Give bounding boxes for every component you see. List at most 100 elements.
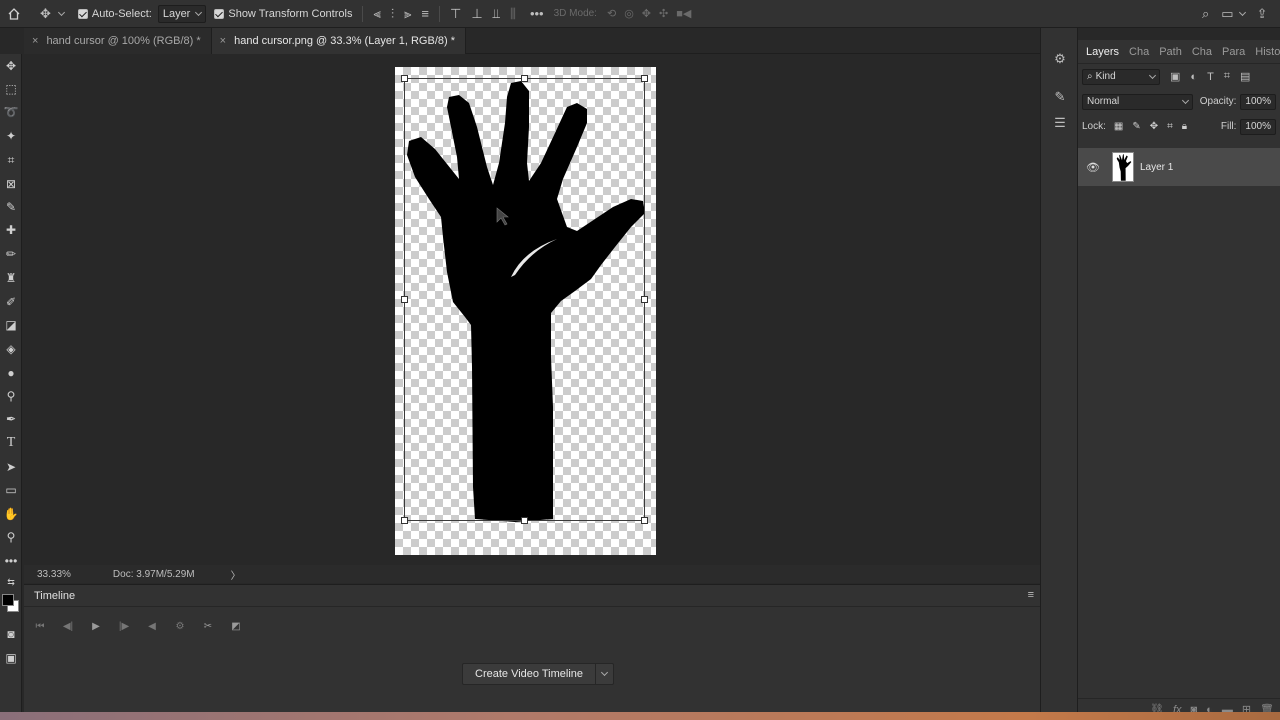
tab-channels[interactable]: Cha: [1124, 46, 1154, 58]
smart-object-filter-icon[interactable]: ▤: [1240, 70, 1250, 83]
lock-image-icon[interactable]: ✎: [1132, 121, 1140, 132]
status-menu-arrow[interactable]: 〉: [231, 567, 241, 582]
paint-bucket-tool-icon[interactable]: ◈: [0, 339, 22, 359]
foreground-color-swatch-front[interactable]: [2, 594, 14, 606]
align-top-icon[interactable]: ⊤: [450, 6, 461, 22]
play-icon[interactable]: ▶: [82, 621, 110, 632]
eraser-tool-icon[interactable]: ◪: [0, 315, 22, 335]
screen-mode-icon[interactable]: ▣: [0, 648, 22, 668]
lock-all-icon[interactable]: 🔒︎: [1182, 121, 1187, 132]
create-video-timeline-button[interactable]: Create Video Timeline: [462, 663, 615, 685]
eyedropper-tool-icon[interactable]: ✎: [0, 197, 22, 217]
previous-frame-icon[interactable]: ◀|: [54, 621, 82, 632]
transform-handle[interactable]: [401, 296, 408, 303]
layer-name[interactable]: Layer 1: [1140, 162, 1173, 173]
type-filter-icon[interactable]: T: [1207, 71, 1214, 83]
close-icon[interactable]: ×: [32, 35, 38, 47]
split-icon[interactable]: ✂: [194, 621, 222, 632]
transform-handle[interactable]: [641, 517, 648, 524]
rectangle-tool-icon[interactable]: ▭: [0, 480, 22, 500]
tab-hand-cursor-png[interactable]: × hand cursor.png @ 33.3% (Layer 1, RGB/…: [211, 28, 467, 54]
workspace-icon[interactable]: ▭: [1221, 6, 1233, 22]
tab-paths[interactable]: Path: [1154, 46, 1187, 58]
distribute-icon[interactable]: ≡: [421, 6, 429, 21]
fill-field[interactable]: 100%: [1240, 118, 1276, 135]
chevron-down-icon[interactable]: [1238, 8, 1246, 16]
adjustment-filter-icon[interactable]: ◐: [1190, 71, 1197, 83]
auto-select-checkbox[interactable]: Auto-Select:: [77, 8, 152, 20]
close-icon[interactable]: ×: [220, 35, 226, 47]
brush-tool-icon[interactable]: ✏: [0, 244, 22, 264]
quick-mask-icon[interactable]: ◙: [0, 624, 22, 644]
transform-handle[interactable]: [641, 75, 648, 82]
hand-tool-icon[interactable]: ✋: [0, 504, 22, 524]
more-options-icon[interactable]: •••: [530, 6, 544, 21]
tab-hand-cursor[interactable]: × hand cursor @ 100% (RGB/8) *: [24, 28, 212, 54]
3d-pan-icon[interactable]: ✥: [642, 7, 651, 20]
frame-tool-icon[interactable]: ⊠: [0, 174, 22, 194]
chevron-down-icon[interactable]: [595, 663, 613, 685]
align-middle-icon[interactable]: ⊥: [471, 6, 482, 22]
properties-icon[interactable]: ⚙: [1051, 50, 1069, 68]
zoom-tool-icon[interactable]: ⚲: [0, 527, 22, 547]
tab-character[interactable]: Cha: [1187, 46, 1217, 58]
blur-tool-icon[interactable]: ●: [0, 363, 22, 383]
edit-toolbar-icon[interactable]: •••: [0, 551, 22, 571]
tab-layers[interactable]: Layers: [1078, 46, 1124, 58]
lasso-tool-icon[interactable]: ➰: [0, 102, 22, 122]
settings-icon[interactable]: ⚙: [166, 621, 194, 632]
crop-tool-icon[interactable]: ⌗: [0, 150, 22, 170]
share-icon[interactable]: ⇪: [1257, 6, 1268, 22]
pixel-filter-icon[interactable]: ▣: [1170, 70, 1180, 83]
transform-handle[interactable]: [521, 75, 528, 82]
path-selection-tool-icon[interactable]: ➤: [0, 457, 22, 477]
transform-handle[interactable]: [401, 517, 408, 524]
panel-menu-icon[interactable]: ≡: [1028, 589, 1034, 601]
magic-wand-tool-icon[interactable]: ✦: [0, 126, 22, 146]
clone-stamp-tool-icon[interactable]: ♜: [0, 268, 22, 288]
3d-roll-icon[interactable]: ◎: [624, 7, 634, 20]
brush-settings-icon[interactable]: ✎: [1051, 88, 1069, 106]
history-brush-tool-icon[interactable]: ✐: [0, 292, 22, 312]
adjustments-icon[interactable]: ☰: [1051, 114, 1069, 132]
type-tool-icon[interactable]: T: [0, 433, 22, 453]
swap-colors-icon[interactable]: ⇆: [0, 572, 22, 592]
opacity-field[interactable]: 100%: [1240, 93, 1276, 110]
healing-brush-tool-icon[interactable]: ✚: [0, 220, 22, 240]
timeline-title[interactable]: Timeline: [34, 590, 75, 602]
dodge-tool-icon[interactable]: ⚲: [0, 386, 22, 406]
lock-transparent-icon[interactable]: ▦: [1114, 121, 1123, 132]
move-tool-preset[interactable]: ✥: [40, 6, 65, 22]
transform-bounding-box[interactable]: [404, 78, 645, 521]
lock-position-icon[interactable]: ✥: [1150, 121, 1158, 132]
3d-scale-icon[interactable]: ■◀: [676, 7, 691, 20]
align-center-icon[interactable]: ⫶: [391, 6, 394, 22]
auto-select-dropdown[interactable]: Layer: [157, 4, 207, 23]
audio-icon[interactable]: ◀: [138, 621, 166, 632]
lock-artboard-icon[interactable]: ⌗: [1167, 121, 1173, 132]
move-tool-icon[interactable]: ✥: [0, 56, 22, 76]
distribute-vertical-icon[interactable]: ⫼: [510, 6, 516, 22]
filter-kind-dropdown[interactable]: ⌕ Kind: [1082, 68, 1160, 85]
shape-filter-icon[interactable]: ⌗: [1224, 70, 1230, 83]
align-right-icon[interactable]: ⫸: [404, 6, 411, 22]
transform-handle[interactable]: [641, 296, 648, 303]
transform-handle[interactable]: [521, 517, 528, 524]
visibility-eye-icon[interactable]: 👁︎: [1086, 160, 1100, 174]
tab-paragraph[interactable]: Para: [1217, 46, 1250, 58]
3d-orbit-icon[interactable]: ⟲: [607, 7, 616, 20]
marquee-tool-icon[interactable]: ⬚: [0, 79, 22, 99]
transition-icon[interactable]: ◩: [222, 621, 250, 632]
next-frame-icon[interactable]: |▶: [110, 621, 138, 632]
transform-handle[interactable]: [401, 75, 408, 82]
zoom-level[interactable]: 33.33%: [37, 569, 71, 580]
show-transform-controls-checkbox[interactable]: Show Transform Controls: [214, 8, 352, 20]
first-frame-icon[interactable]: ⏮: [26, 621, 54, 632]
pen-tool-icon[interactable]: ✒: [0, 409, 22, 429]
tab-history[interactable]: Histo: [1250, 46, 1280, 58]
search-icon[interactable]: ⌕: [1202, 6, 1209, 22]
3d-slide-icon[interactable]: ✣: [659, 7, 668, 20]
align-left-icon[interactable]: ⫷: [373, 6, 380, 22]
align-bottom-icon[interactable]: ⫫: [493, 6, 500, 22]
layer-row[interactable]: 👁︎ Layer 1: [1078, 148, 1280, 186]
